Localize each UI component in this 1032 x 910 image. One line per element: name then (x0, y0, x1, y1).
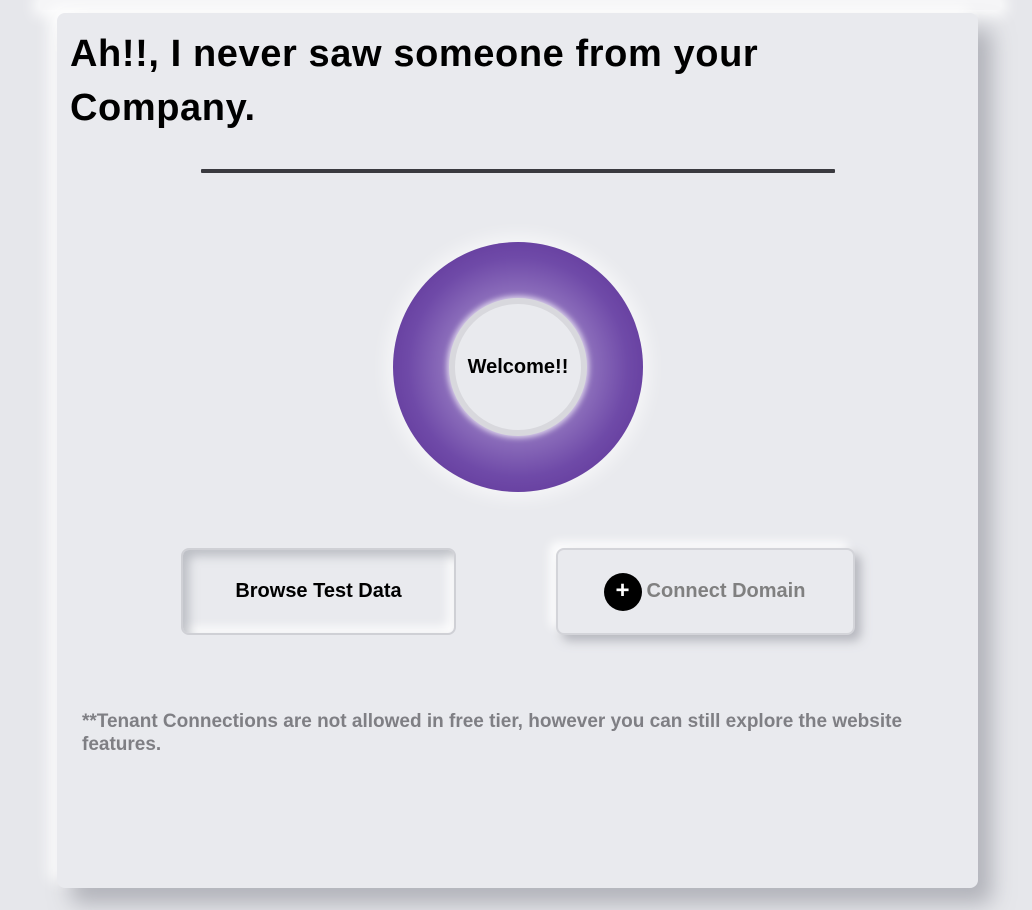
welcome-card: Ah!!, I never saw someone from your Comp… (57, 13, 978, 888)
welcome-ring-center: Welcome!! (449, 298, 587, 436)
browse-test-data-button[interactable]: Browse Test Data (181, 548, 456, 635)
page-title: Ah!!, I never saw someone from your Comp… (70, 33, 759, 129)
free-tier-note: **Tenant Connections are not allowed in … (82, 711, 903, 755)
connect-domain-label: Connect Domain (646, 580, 806, 602)
welcome-ring: Welcome!! (393, 242, 643, 492)
title-divider (201, 169, 835, 173)
plus-icon: + (603, 572, 642, 611)
page: Ah!!, I never saw someone from your Comp… (0, 0, 1032, 910)
welcome-label: Welcome!! (467, 355, 569, 378)
top-strip (40, 0, 1000, 10)
browse-test-data-label: Browse Test Data (235, 580, 402, 602)
connect-domain-button[interactable]: + Connect Domain (556, 548, 855, 635)
